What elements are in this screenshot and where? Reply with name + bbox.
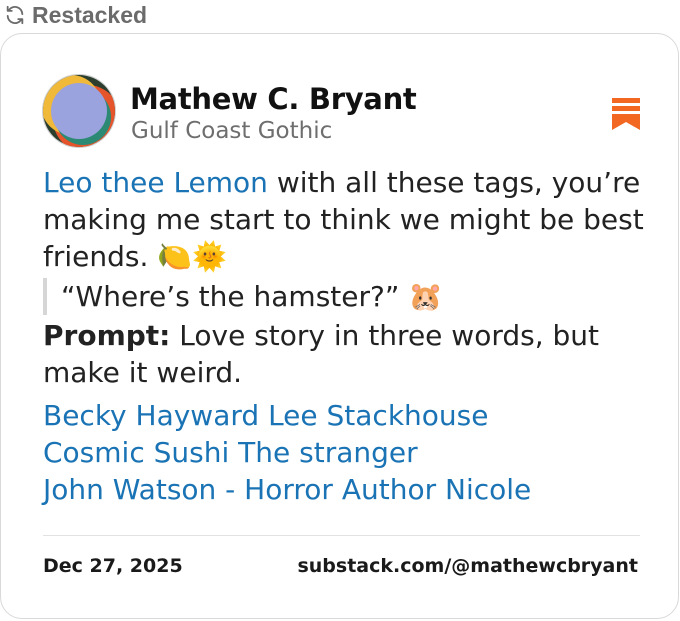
tag-link[interactable]: Becky Hayward <box>43 399 259 432</box>
post-date: Dec 27, 2025 <box>43 555 183 577</box>
tag-link[interactable]: Lee Stackhouse <box>268 399 488 432</box>
prompt-label: Prompt: <box>43 319 171 352</box>
tag-link[interactable]: John Watson - Horror Author <box>43 473 436 506</box>
profile-url[interactable]: substack.com/@mathewcbryant <box>297 555 638 577</box>
publication-name[interactable]: Gulf Coast Gothic <box>131 118 332 144</box>
hamster-emoji: 🐹 <box>408 280 444 313</box>
tag-list: Becky Hayward Lee Stackhouse Cosmic Sush… <box>43 397 653 508</box>
restacked-header: Restacked <box>4 2 147 28</box>
author-name[interactable]: Mathew C. Bryant <box>130 82 417 116</box>
tag-link[interactable]: The stranger <box>238 436 417 469</box>
tag-link[interactable]: Nicole <box>445 473 531 506</box>
bookmark-icon[interactable] <box>610 96 642 132</box>
quote-text: “Where’s the hamster?” <box>61 280 409 313</box>
tag-link[interactable]: Cosmic Sushi <box>43 436 229 469</box>
refresh-icon <box>6 5 24 25</box>
lemon-sun-emoji: 🍋🌞 <box>157 240 228 273</box>
quote-block: “Where’s the hamster?” 🐹 <box>43 278 653 315</box>
restacked-label: Restacked <box>32 1 148 28</box>
note-body: Leo thee Lemon with all these tags, you’… <box>43 164 653 508</box>
footer-divider <box>43 535 640 536</box>
prompt-text: Prompt: Love story in three words, but m… <box>43 317 653 391</box>
note-card[interactable]: Mathew C. Bryant Gulf Coast Gothic Leo t… <box>0 33 679 619</box>
note-text: Leo thee Lemon with all these tags, you’… <box>43 164 653 275</box>
mention-link[interactable]: Leo thee Lemon <box>43 166 268 199</box>
avatar[interactable] <box>42 74 116 148</box>
